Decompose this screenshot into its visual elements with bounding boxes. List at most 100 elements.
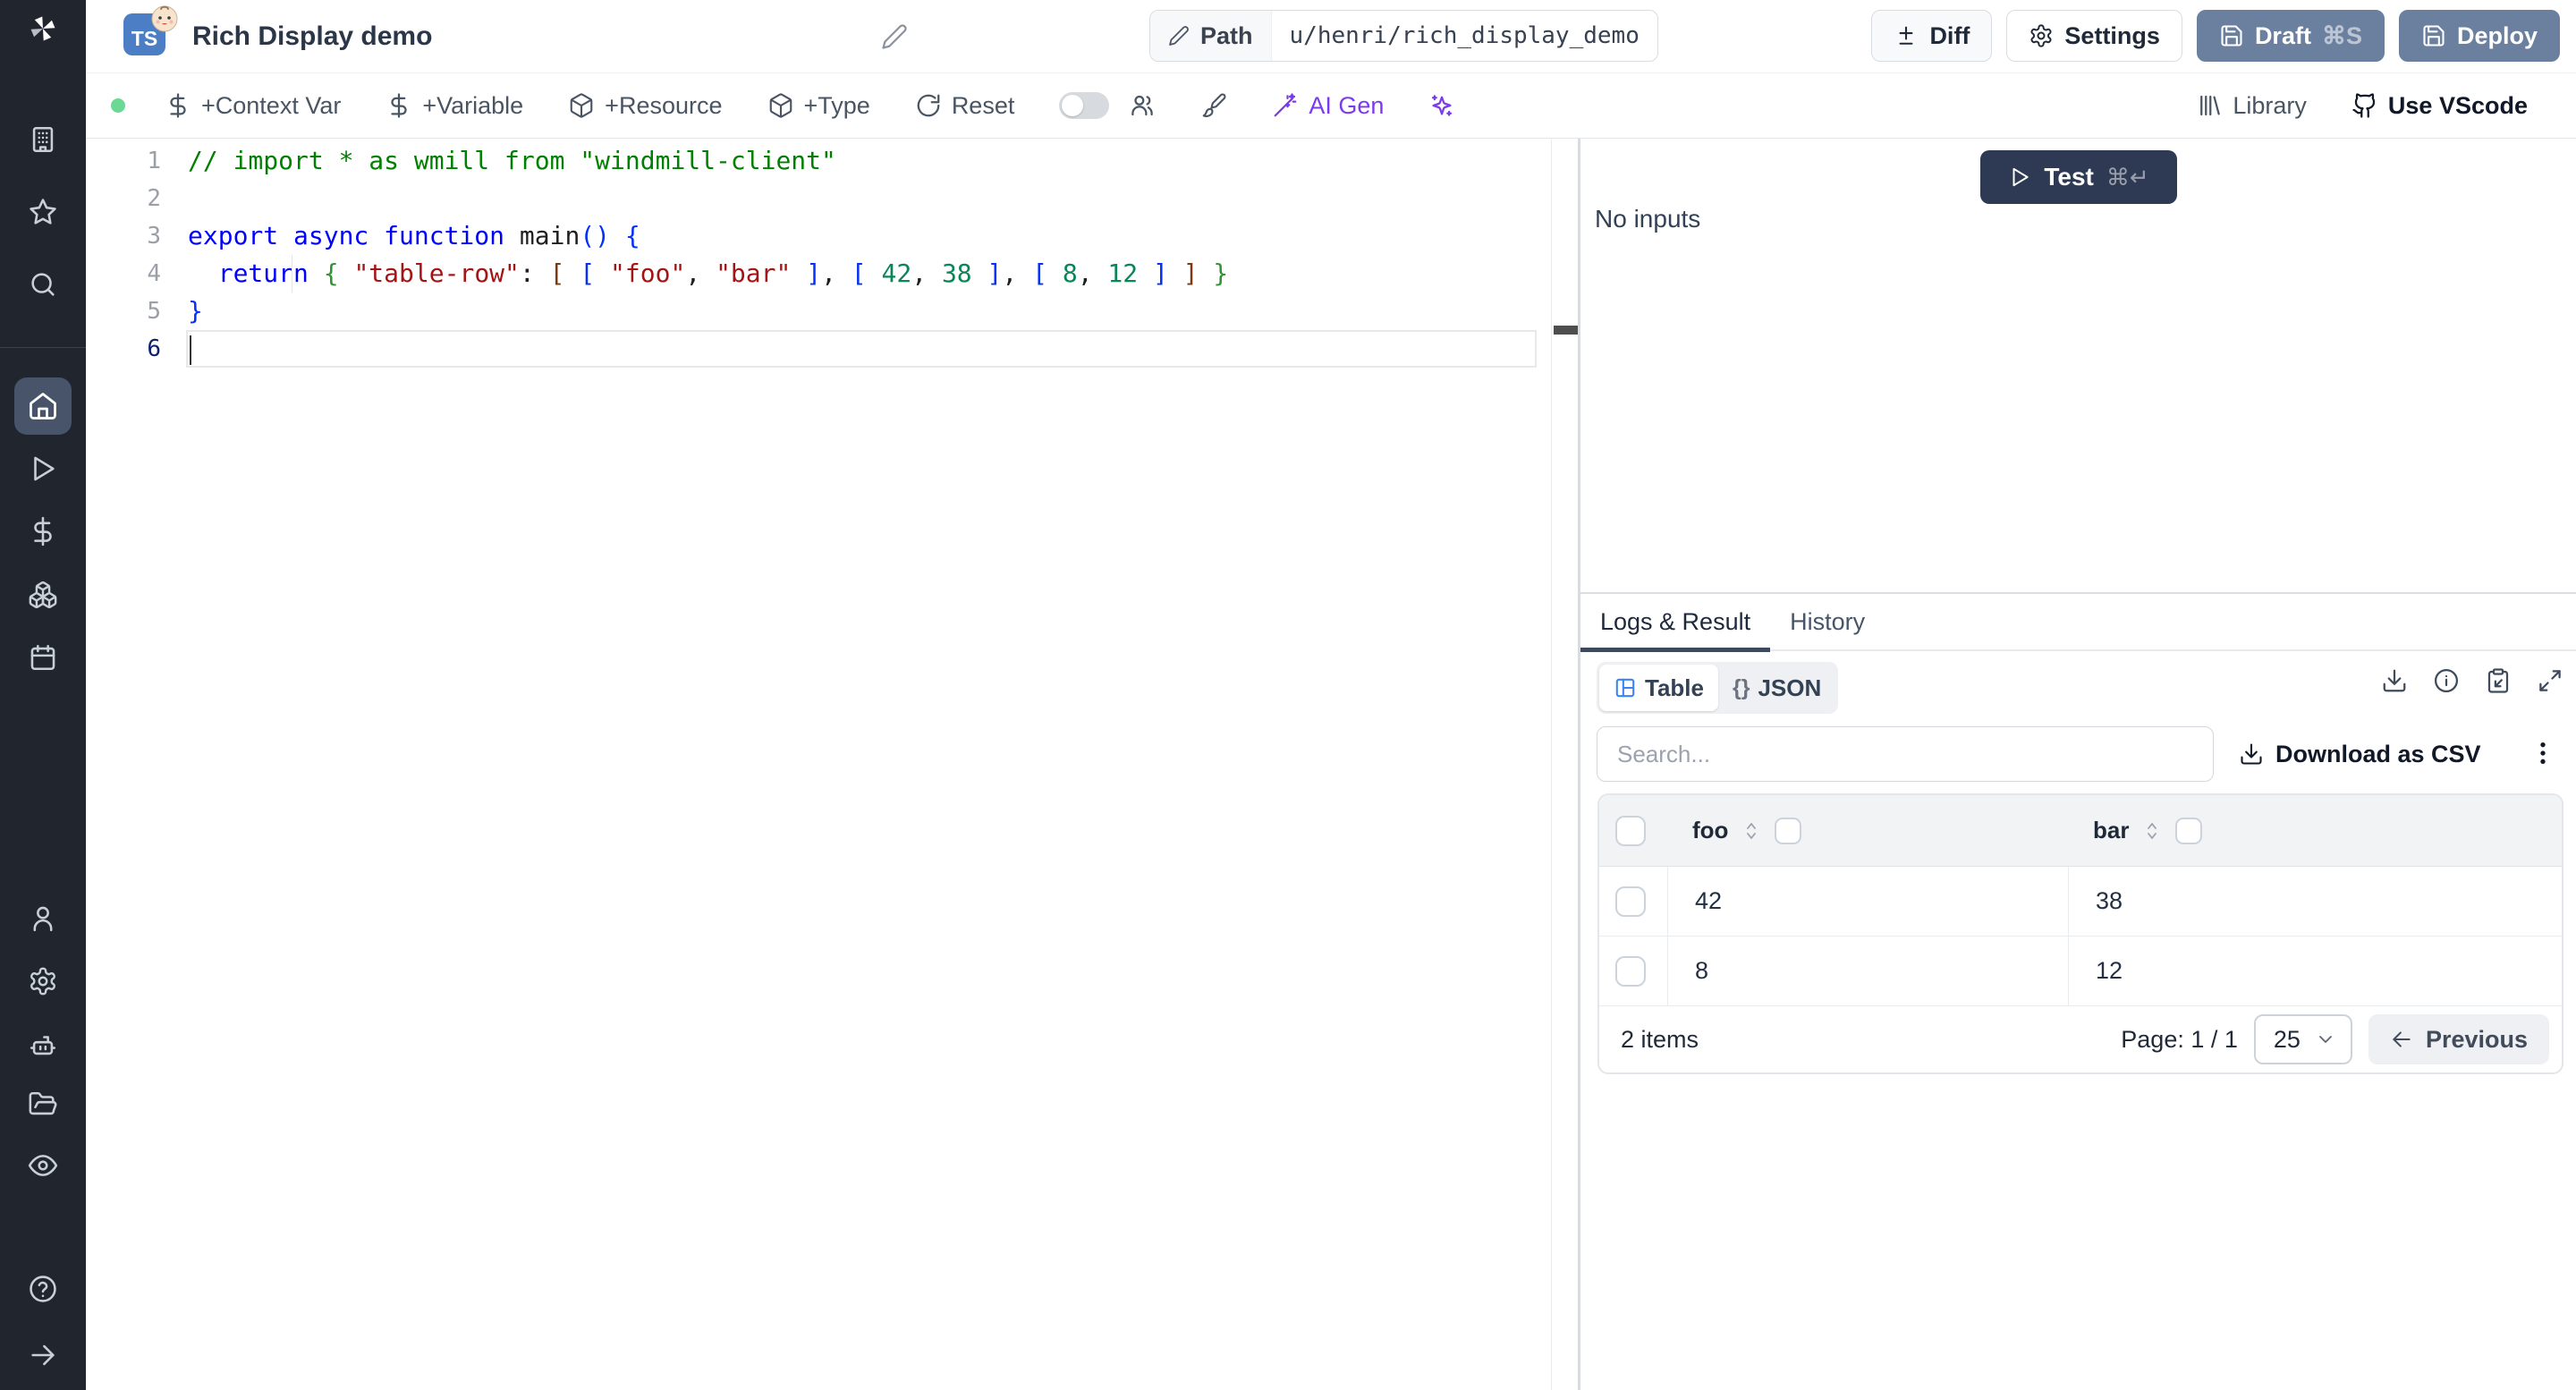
line-number: 2 — [147, 185, 161, 212]
column-bar-checkbox[interactable] — [2175, 817, 2203, 844]
view-table-segment[interactable]: Table — [1599, 665, 1718, 711]
sidebar-divider — [0, 347, 86, 348]
boxes-icon — [29, 581, 57, 608]
sidebar-item-schedules[interactable] — [23, 638, 63, 677]
add-type-button[interactable]: +Type — [767, 92, 870, 120]
column-header-bar[interactable]: bar — [2068, 817, 2562, 844]
gear-icon — [30, 967, 55, 996]
ai-gen-button[interactable]: AI Gen — [1272, 92, 1384, 120]
editor-scroll-decoration — [1551, 139, 1552, 1390]
download-icon — [2241, 743, 2262, 765]
sidebar-item-variables[interactable] — [23, 512, 63, 551]
favorites-star-icon[interactable] — [23, 192, 63, 232]
library-button[interactable]: Library — [2196, 92, 2307, 120]
sort-bar-icon[interactable] — [2141, 820, 2163, 842]
download-csv-button[interactable]: Download as CSV — [2239, 732, 2481, 776]
sidebar-item-workers[interactable] — [23, 1025, 63, 1064]
code-line[interactable]: return { "table-row": [ [ "foo", "bar" ]… — [186, 255, 1537, 292]
draft-button[interactable]: Draft ⌘S — [2196, 10, 2385, 62]
package-icon — [570, 93, 593, 118]
path-edit-button[interactable]: Path — [1150, 11, 1272, 61]
test-run-button[interactable]: Test ⌘↵ — [1980, 150, 2177, 204]
code-line[interactable]: } — [186, 292, 1537, 330]
table-search-input[interactable] — [1597, 726, 2214, 782]
result-tabs: Logs & Result History — [1580, 594, 2576, 652]
row-checkbox[interactable] — [1615, 886, 1646, 917]
pencil-icon — [1169, 26, 1189, 46]
user-icon — [33, 906, 53, 932]
table-cell: 8 — [1667, 937, 2068, 1005]
line-number: 5 — [147, 298, 161, 325]
edit-summary-pencil-icon[interactable] — [881, 23, 908, 50]
search-icon[interactable] — [23, 265, 63, 304]
sparkles-icon[interactable] — [1428, 92, 1455, 119]
sidebar-item-users[interactable] — [23, 899, 63, 938]
add-context-var-button[interactable]: +Context Var — [165, 92, 341, 120]
add-variable-button[interactable]: +Variable — [386, 92, 523, 120]
diff-mode-toggle[interactable] — [1059, 92, 1110, 119]
format-brush-icon[interactable] — [1200, 92, 1227, 119]
table-cell: 38 — [2068, 867, 2562, 936]
sort-foo-icon[interactable] — [1741, 820, 1762, 842]
workspace-building-icon[interactable] — [23, 120, 63, 159]
code-content[interactable]: // import * as wmill from "windmill-clie… — [186, 142, 1537, 368]
line-number: 4 — [147, 260, 161, 287]
overview-ruler-mark[interactable] — [1554, 326, 1578, 335]
play-icon — [2012, 167, 2029, 187]
topbar: TS Rich Display demo Path u/henri/rich_d… — [86, 0, 2576, 73]
add-resource-button[interactable]: +Resource — [568, 92, 723, 120]
dollar-icon — [391, 93, 407, 118]
diff-button[interactable]: Diff — [1871, 10, 1993, 62]
home-icon — [30, 393, 56, 420]
path-control[interactable]: Path u/henri/rich_display_demo — [1149, 10, 1658, 62]
sidebar-item-settings[interactable] — [23, 962, 63, 1001]
draft-shortcut: ⌘S — [2321, 21, 2362, 49]
code-line[interactable] — [186, 180, 1537, 217]
column-foo-checkbox[interactable] — [1775, 817, 1802, 844]
folder-open-icon — [29, 1091, 57, 1115]
code-line[interactable]: export async function main() { — [186, 217, 1537, 255]
path-value: u/henri/rich_display_demo — [1289, 22, 1640, 49]
row-checkbox[interactable] — [1615, 955, 1646, 987]
windmill-logo-icon[interactable] — [23, 9, 63, 48]
tab-logs-and-result[interactable]: Logs & Result — [1580, 594, 1771, 652]
code-line[interactable]: // import * as wmill from "windmill-clie… — [186, 142, 1537, 180]
baby-emoji-badge — [148, 2, 181, 34]
line-number-gutter: 1 2 3 4 5 6 — [86, 142, 186, 368]
windmill-script-editor: TS Rich Display demo Path u/henri/rich_d… — [0, 0, 2576, 1390]
view-json-segment[interactable]: {} JSON — [1718, 665, 1835, 711]
tab-history[interactable]: History — [1770, 594, 1885, 649]
column-header-foo[interactable]: foo — [1667, 817, 2068, 844]
table-row[interactable]: 42 38 — [1599, 867, 2562, 937]
sidebar-item-resources[interactable] — [23, 575, 63, 614]
collaborators-icon[interactable] — [1129, 92, 1156, 119]
help-icon[interactable] — [23, 1269, 63, 1309]
download-result-icon[interactable] — [2381, 667, 2408, 694]
calendar-icon — [30, 644, 55, 671]
table-row[interactable]: 8 12 — [1599, 937, 2562, 1006]
page-size-select[interactable]: 25 — [2253, 1014, 2352, 1064]
sidebar-item-folders[interactable] — [23, 1085, 63, 1124]
code-editor[interactable]: 1 2 3 4 5 6 // import * as wmill from "windmi… — [86, 139, 1578, 1390]
package-icon — [769, 93, 792, 118]
deploy-button[interactable]: Deploy — [2398, 10, 2560, 62]
table-options-kebab-icon[interactable] — [2529, 739, 2557, 771]
path-label: Path — [1200, 21, 1253, 49]
code-line[interactable] — [186, 330, 1537, 368]
sidebar-item-home[interactable] — [14, 377, 72, 435]
select-all-checkbox[interactable] — [1615, 815, 1646, 846]
expand-fullscreen-icon[interactable] — [2537, 667, 2563, 694]
settings-button[interactable]: Settings — [2006, 10, 2182, 62]
no-inputs-label: No inputs — [1595, 205, 1701, 233]
expand-sidebar-arrow-icon[interactable] — [23, 1335, 63, 1375]
sidebar-item-runs[interactable] — [23, 449, 63, 488]
page-info: Page: 1 / 1 — [2121, 1025, 2238, 1053]
page-title: Rich Display demo — [192, 21, 433, 51]
copy-to-clipboard-icon[interactable] — [2485, 667, 2512, 694]
reset-button[interactable]: Reset — [915, 92, 1014, 120]
sidebar-item-audit[interactable] — [23, 1146, 63, 1185]
braces-icon: {} — [1732, 674, 1750, 700]
use-vscode-button[interactable]: Use VScode — [2351, 92, 2528, 120]
info-icon[interactable] — [2433, 667, 2460, 694]
previous-page-button[interactable]: Previous — [2368, 1014, 2549, 1064]
